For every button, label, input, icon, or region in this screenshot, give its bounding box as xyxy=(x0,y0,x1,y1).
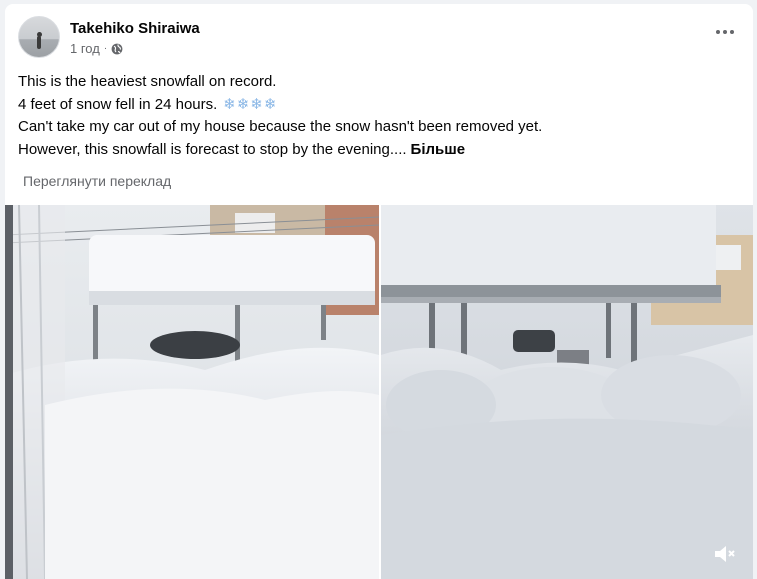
video-snow-carport-image xyxy=(381,205,753,579)
post-line: This is the heaviest snowfall on record. xyxy=(18,71,740,94)
volume-muted-icon[interactable] xyxy=(713,543,737,565)
more-dot xyxy=(716,30,720,34)
more-dot xyxy=(730,30,734,34)
post-line-text: However, this snowfall is forecast to st… xyxy=(18,140,407,158)
snowflake-emojis: ❄❄❄❄ xyxy=(223,95,278,113)
globe-icon[interactable] xyxy=(111,43,123,55)
post-line-text: 4 feet of snow fell in 24 hours. xyxy=(18,95,218,113)
video-snow-carport[interactable] xyxy=(381,205,753,579)
post-card: Takehiko Shiraiwa 1 год · This is the he… xyxy=(5,4,753,579)
more-dot xyxy=(723,30,727,34)
post-meta: 1 год · xyxy=(70,41,123,56)
post-line: Can't take my car out of my house becaus… xyxy=(18,116,740,139)
see-more-link[interactable]: Більше xyxy=(411,141,466,158)
author-avatar[interactable] xyxy=(18,16,60,58)
post-line-text: Can't take my car out of my house becaus… xyxy=(18,118,543,135)
more-options-icon[interactable] xyxy=(711,22,739,42)
post-media xyxy=(5,205,753,579)
photo-snow-balcony[interactable] xyxy=(5,205,379,579)
post-text: This is the heaviest snowfall on record.… xyxy=(18,71,740,161)
post-time[interactable]: 1 год xyxy=(70,41,100,56)
photo-snow-balcony-image xyxy=(5,205,379,579)
post-line: However, this snowfall is forecast to st… xyxy=(18,139,740,162)
see-translation-link[interactable]: Переглянути переклад xyxy=(23,173,171,189)
avatar-figure xyxy=(37,36,41,49)
post-line: 4 feet of snow fell in 24 hours. ❄❄❄❄ xyxy=(18,94,740,117)
author-name[interactable]: Takehiko Shiraiwa xyxy=(70,20,200,37)
post-line-text: This is the heaviest snowfall on record. xyxy=(18,73,277,90)
meta-separator: · xyxy=(103,43,108,54)
